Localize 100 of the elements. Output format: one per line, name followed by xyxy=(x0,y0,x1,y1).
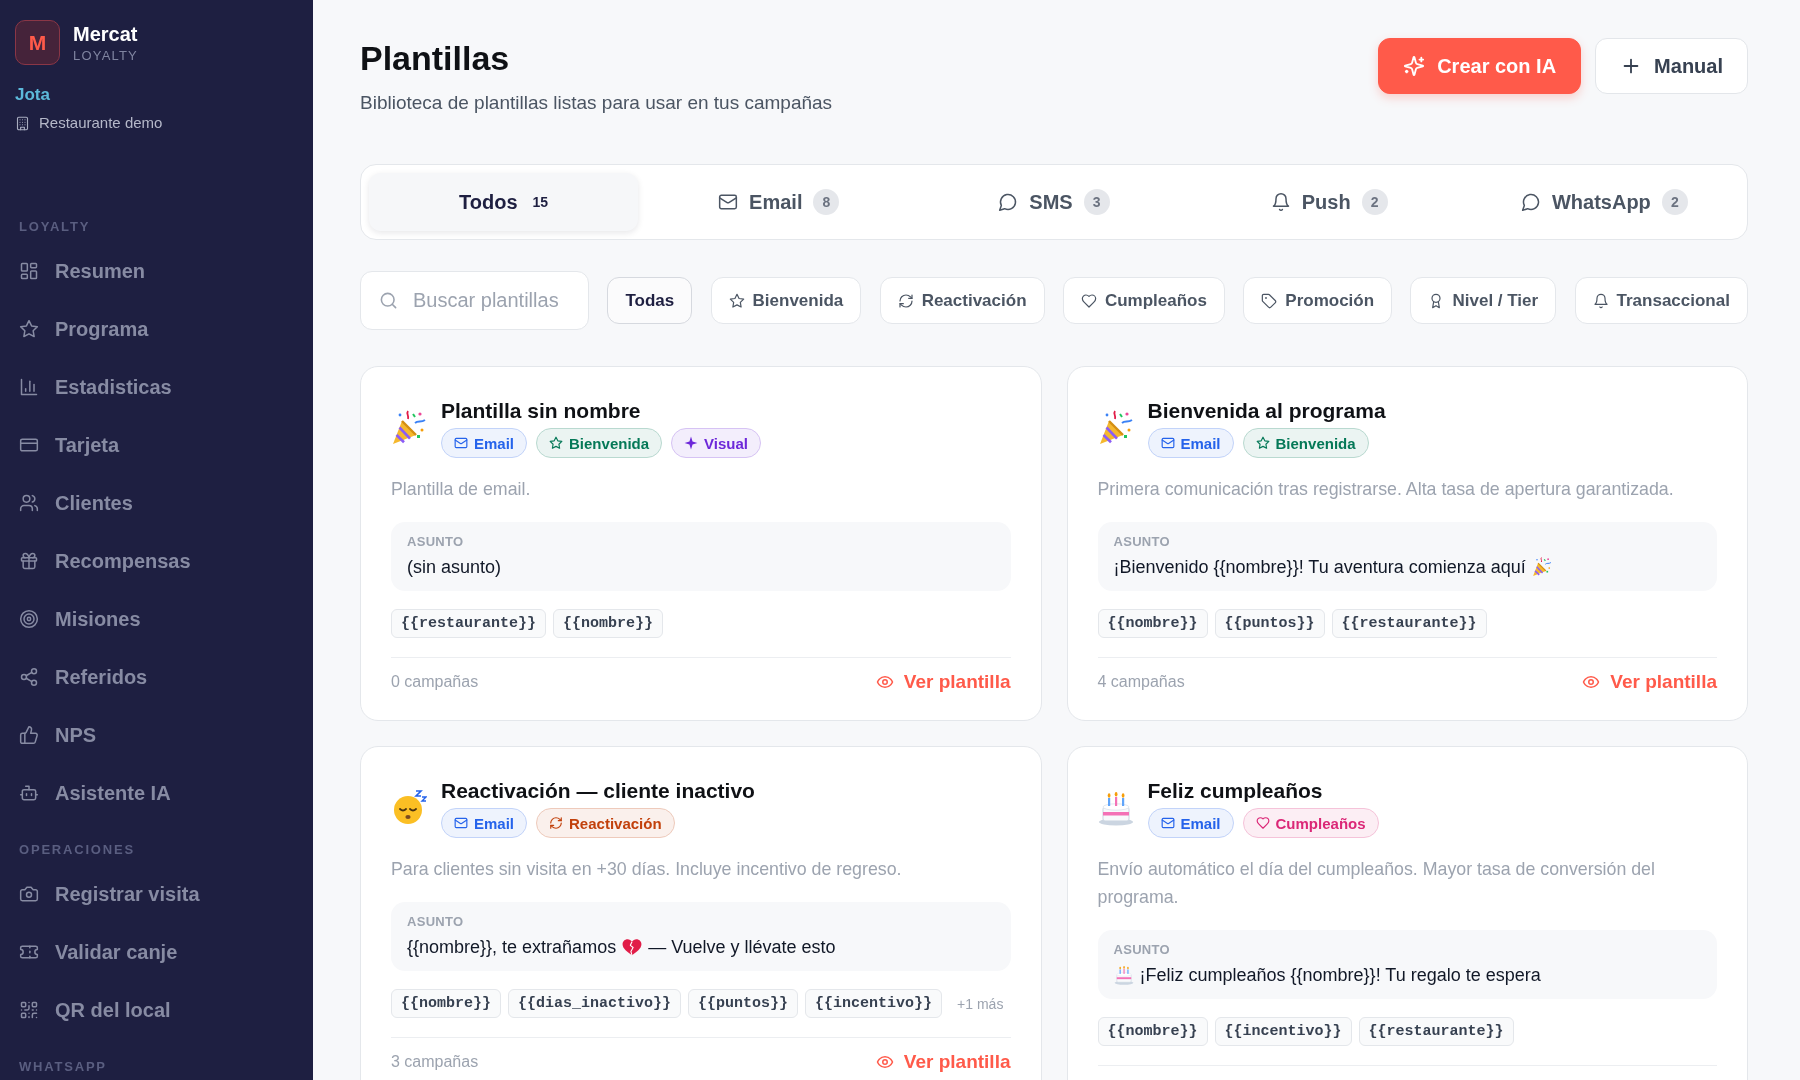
variable-chip: {{incentivo}} xyxy=(805,989,943,1018)
channel-tab[interactable]: SMS 3 xyxy=(919,173,1189,231)
template-title: Reactivación — cliente inactivo xyxy=(441,778,755,804)
tab-count: 2 xyxy=(1361,189,1388,215)
bell-icon xyxy=(1592,292,1609,309)
template-title: Feliz cumpleaños xyxy=(1147,778,1324,804)
variable-chip: {{nombre}} xyxy=(553,609,664,638)
nav-item[interactable]: Resumen xyxy=(19,242,294,300)
nav-item[interactable]: Registrar visita xyxy=(19,865,294,923)
mail-icon xyxy=(718,192,739,212)
nav-item[interactable]: Clientes xyxy=(19,474,294,532)
star-icon xyxy=(549,436,564,450)
campaign-count: 0 campañas xyxy=(391,673,479,691)
subject-label: ASUNTO xyxy=(1113,534,1171,550)
category-name: Cumpleaños xyxy=(1275,814,1366,832)
filter-chip[interactable]: Reactivación xyxy=(879,277,1045,324)
campaign-count: 3 campañas xyxy=(391,1053,479,1071)
tab-count: 3 xyxy=(1083,189,1110,215)
variable-chip: {{restaurante}} xyxy=(1331,609,1487,638)
refresh-icon xyxy=(549,816,564,830)
variable-chip: {{restaurante}} xyxy=(391,609,547,638)
variable-chip: {{restaurante}} xyxy=(1358,1017,1514,1046)
nav-item[interactable]: NPS xyxy=(19,706,294,764)
star-icon xyxy=(1255,436,1270,450)
subject-text: ¡Bienvenido {{nombre}}! Tu aventura comienza aquí xyxy=(1113,556,1526,579)
view-template-link[interactable]: Ver plantilla xyxy=(875,671,1011,693)
share-icon xyxy=(19,667,39,687)
star-icon xyxy=(728,292,745,309)
channel-name: Email xyxy=(1180,434,1221,452)
channel-tab[interactable]: Todos 15 xyxy=(369,173,639,231)
star-icon xyxy=(19,319,39,339)
nav-item[interactable]: Estadisticas xyxy=(19,358,294,416)
subject-label: ASUNTO xyxy=(407,914,465,930)
target-icon xyxy=(19,609,39,629)
broken-heart-icon xyxy=(622,937,643,957)
channel-tab[interactable]: WhatsApp 2 xyxy=(1469,173,1739,231)
template-description: Plantilla de email. xyxy=(391,478,532,501)
template-title: Plantilla sin nombre xyxy=(441,398,642,424)
robot-icon xyxy=(19,783,39,803)
campaign-count: 4 campañas xyxy=(1097,673,1185,691)
channel-name: Email xyxy=(1180,814,1221,832)
channel-name: Email xyxy=(474,814,515,832)
template-description: Primera comunicación tras registrarse. Alta tasa de apertura garantizada. xyxy=(1097,478,1675,501)
nav-item[interactable]: Referidos xyxy=(19,648,294,706)
bar-chart-icon xyxy=(19,377,39,397)
category-name: Bienvenida xyxy=(1275,434,1356,452)
users-icon xyxy=(19,493,39,513)
section-title: WHATSAPP xyxy=(19,1059,108,1075)
cake-icon xyxy=(1097,790,1134,826)
chat-bubble-icon xyxy=(998,192,1019,212)
nav-item[interactable]: Programa xyxy=(19,300,294,358)
tab-count: 2 xyxy=(1661,189,1688,215)
subject-text: — Vuelve y llévate esto xyxy=(648,936,836,959)
manual-button[interactable]: Manual xyxy=(1595,38,1748,94)
variable-chip: {{puntos}} xyxy=(688,989,799,1018)
venue-name: Restaurante demo xyxy=(39,114,163,132)
create-with-ai-button[interactable]: Crear con IA xyxy=(1378,38,1582,94)
nav-item[interactable]: QR del local xyxy=(19,981,294,1039)
category-name: Bienvenida xyxy=(569,434,650,452)
sparkles-icon xyxy=(1403,55,1426,77)
filter-chip[interactable]: Bienvenida xyxy=(710,277,862,324)
bell-icon xyxy=(1270,192,1291,212)
filter-chip[interactable]: Promoción xyxy=(1243,277,1393,324)
subject-text: {{nombre}}, te extrañamos xyxy=(407,936,617,959)
subject-text: ¡Feliz cumpleaños {{nombre}}! Tu regalo te espera xyxy=(1139,964,1541,987)
nav-item[interactable]: Recompensas xyxy=(19,532,294,590)
view-template-link[interactable]: Ver plantilla xyxy=(875,1051,1011,1073)
filter-chip[interactable]: Cumpleaños xyxy=(1062,277,1225,324)
more-count: +1 más xyxy=(957,995,1004,1012)
tab-count: 8 xyxy=(813,189,840,215)
heart-icon xyxy=(1255,816,1270,830)
style-name: Visual xyxy=(704,434,748,452)
channel-tab[interactable]: Email 8 xyxy=(644,173,914,231)
sparkle-icon xyxy=(684,436,699,450)
variable-chip: {{nombre}} xyxy=(1097,609,1208,638)
chat-bubble-icon xyxy=(1520,192,1541,212)
camera-icon xyxy=(19,884,39,904)
nav-item[interactable]: Asistente IA xyxy=(19,764,294,822)
nav-item[interactable]: Tarjeta xyxy=(19,416,294,474)
variable-chip: {{nombre}} xyxy=(1097,1017,1208,1046)
nav-item[interactable]: Validar canje xyxy=(19,923,294,981)
filter-chip[interactable]: Todas xyxy=(607,277,693,324)
channel-tab[interactable]: Push 2 xyxy=(1194,173,1464,231)
subject-label: ASUNTO xyxy=(407,534,465,550)
category-name: Reactivación xyxy=(569,814,662,832)
view-template-link[interactable]: Ver plantilla xyxy=(1582,671,1717,693)
filter-chip[interactable]: Nivel / Tier xyxy=(1410,277,1557,324)
subject-text: (sin asunto) xyxy=(407,556,502,579)
brand-name: Mercat xyxy=(73,22,138,45)
filter-chip[interactable]: Transaccional xyxy=(1574,277,1748,324)
section-title: LOYALTY xyxy=(19,219,92,235)
variable-chip: {{puntos}} xyxy=(1214,609,1325,638)
heart-icon xyxy=(1080,292,1097,309)
nav-item[interactable]: Misiones xyxy=(19,590,294,648)
brand-tagline: LOYALTY xyxy=(73,47,138,63)
logo-mark: M xyxy=(15,20,60,65)
cake-icon xyxy=(1113,965,1134,985)
search-field[interactable]: Buscar plantillas xyxy=(360,271,589,330)
tab-count: 15 xyxy=(532,194,549,210)
party-popper-icon xyxy=(1531,557,1552,577)
